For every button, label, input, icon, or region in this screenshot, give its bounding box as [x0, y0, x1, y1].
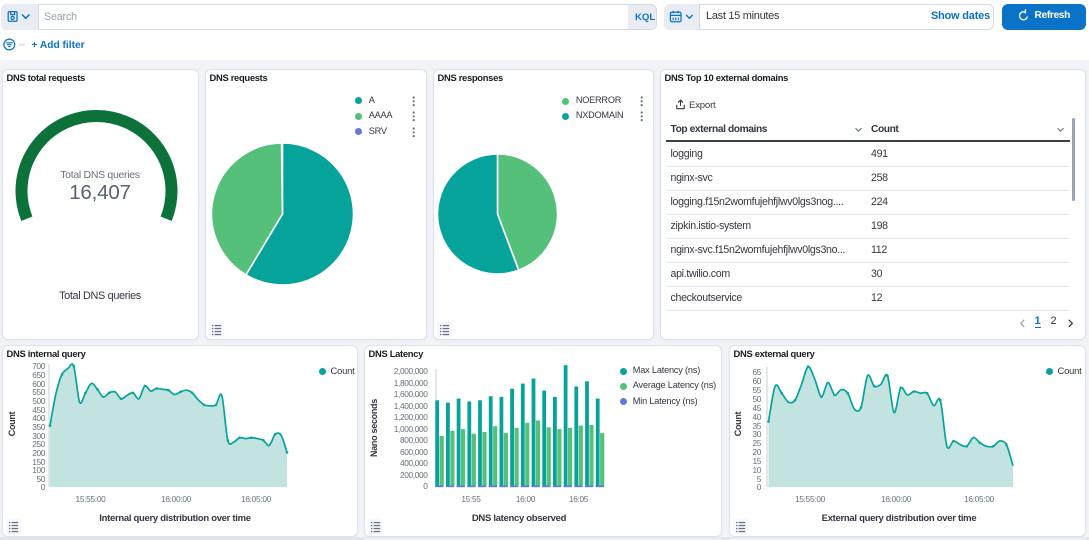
svg-text:KQL: KQL	[635, 12, 655, 23]
